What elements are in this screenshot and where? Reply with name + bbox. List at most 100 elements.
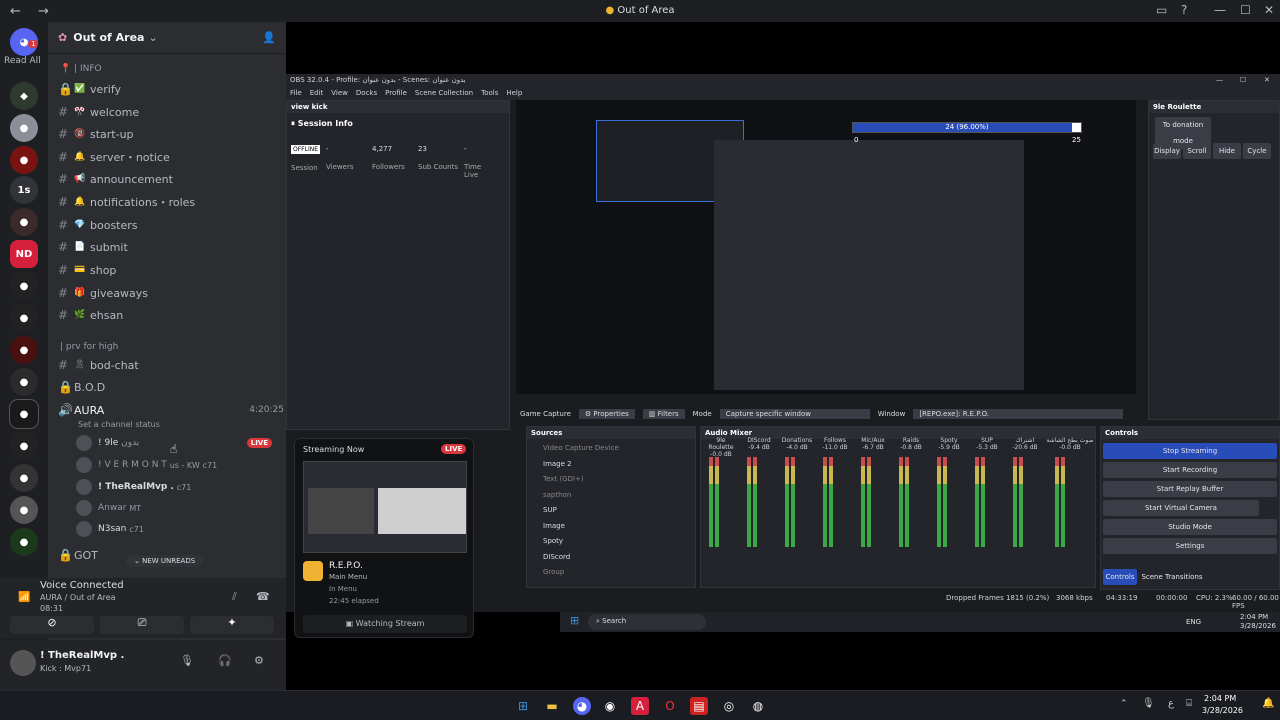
source-item[interactable]: Image 2 — [527, 457, 687, 472]
help-icon[interactable]: ? — [1181, 3, 1187, 17]
cycle-button[interactable]: Cycle — [1243, 143, 1271, 159]
server-icon-1s[interactable]: 1s — [10, 176, 38, 204]
voice-user[interactable]: Anwar MT — [76, 499, 141, 517]
app-icon[interactable]: A — [631, 697, 649, 715]
channel-boosters[interactable]: # 💎 boosters — [58, 216, 138, 234]
channel-start-up[interactable]: # 🔞 start-up — [58, 125, 134, 143]
microphone-icon[interactable]: 🎙 — [1142, 698, 1155, 709]
camera-off-button[interactable]: ⊘ — [10, 616, 94, 634]
network-icon[interactable]: ⌸ — [1186, 698, 1192, 709]
noise-suppression-icon[interactable]: ⫽ — [232, 590, 237, 604]
start-icon[interactable]: ⊞ — [514, 697, 532, 715]
source-item[interactable]: Spoty — [527, 534, 687, 549]
filters-button[interactable]: ▥ Filters — [642, 409, 685, 419]
menu-tools[interactable]: Tools — [481, 89, 498, 97]
server-icon[interactable]: ● — [10, 304, 38, 332]
watching-stream-button[interactable]: ▣ Watching Stream — [303, 615, 467, 633]
headphones-icon[interactable]: 🎧 — [218, 654, 232, 667]
source-item[interactable]: DIScord — [527, 550, 687, 565]
voice-user[interactable]: N3san c71 — [76, 520, 144, 538]
voice-channel-link[interactable]: AURA / Out of Area — [40, 593, 116, 602]
server-icon[interactable]: ◆ — [10, 82, 38, 110]
server-icon[interactable]: ● — [10, 114, 38, 142]
obs-maximize-icon[interactable]: ☐ — [1240, 76, 1246, 84]
studio-mode-button[interactable]: Studio Mode — [1103, 519, 1277, 535]
voice-channel-aura[interactable]: 🔊 AURA 4:20:25 — [58, 401, 284, 419]
source-item[interactable]: Group — [527, 565, 687, 580]
menu-edit[interactable]: Edit — [310, 89, 324, 97]
channel-bod-chat[interactable]: # 🎗 bod-chat — [58, 356, 139, 374]
close-icon[interactable]: ✕ — [1264, 3, 1274, 17]
source-item[interactable]: sapthon — [527, 488, 687, 503]
menu-scene-collection[interactable]: Scene Collection — [415, 89, 473, 97]
category-info[interactable]: 📍 | INFO — [60, 64, 102, 74]
channel-server-notice[interactable]: # 🔔 server・notice — [58, 148, 170, 166]
settings-gear-icon[interactable]: ⚙ — [254, 654, 264, 667]
new-unreads-pill[interactable]: ⌄ NEW UNREADS — [126, 555, 204, 567]
stop-streaming-button[interactable]: Stop Streaming — [1103, 443, 1277, 459]
steam-icon[interactable]: ◉ — [601, 697, 619, 715]
source-item[interactable]: Text (GDI+) — [527, 472, 687, 487]
server-header[interactable]: ✿ Out of Area ⌄ 👤 — [48, 22, 286, 54]
start-virtual-camera-button[interactable]: Start Virtual Camera — [1103, 500, 1259, 516]
maximize-icon[interactable]: ☐ — [1240, 3, 1251, 17]
channel-verify[interactable]: 🔒 ✅ verify — [58, 80, 121, 98]
server-icon[interactable]: ● — [10, 368, 38, 396]
obs-icon[interactable]: ◍ — [749, 697, 767, 715]
source-item[interactable]: Video Capture Device — [527, 441, 687, 456]
server-icon[interactable]: ● — [10, 432, 38, 460]
add-member-icon[interactable]: 👤 — [262, 31, 276, 44]
source-item[interactable]: Image — [527, 519, 687, 534]
read-all-button[interactable]: Read All — [4, 56, 41, 66]
properties-button[interactable]: ⚙ Properties — [578, 409, 635, 419]
channel-announcement[interactable]: # 📢 announcement — [58, 170, 173, 188]
server-icon-nd[interactable]: ND — [10, 240, 38, 268]
opera-icon[interactable]: O — [661, 697, 679, 715]
category-prv[interactable]: | prv for high — [60, 342, 118, 352]
avatar[interactable] — [10, 650, 36, 676]
start-recording-button[interactable]: Start Recording — [1103, 462, 1277, 478]
obs-close-icon[interactable]: ✕ — [1264, 76, 1270, 84]
app-icon[interactable]: ▤ — [690, 697, 708, 715]
server-icon[interactable]: ● — [10, 496, 38, 524]
stream-thumbnail[interactable] — [303, 461, 467, 553]
tab-scene-transitions[interactable]: Scene Transitions — [1141, 569, 1203, 585]
microphone-icon[interactable]: 🎙 — [180, 654, 194, 667]
tab-controls[interactable]: Controls — [1103, 569, 1137, 585]
taskbar-date[interactable]: 3/28/2026 — [1202, 706, 1243, 715]
server-icon-active[interactable]: ● — [10, 400, 38, 428]
channel-status[interactable]: Set a channel status — [78, 420, 160, 429]
channel-ehsan[interactable]: # 🌿 ehsan — [58, 306, 123, 324]
voice-channel-bod[interactable]: 🔒 B.O.D — [58, 378, 105, 396]
server-icon[interactable]: ● — [10, 464, 38, 492]
display-button[interactable]: Display — [1153, 143, 1181, 159]
chevron-up-icon[interactable]: ⌃ — [1120, 699, 1128, 709]
obs-preview[interactable]: 24 (96.00%) 0 25 — [516, 100, 1136, 394]
hide-button[interactable]: Hide — [1213, 143, 1241, 159]
server-icon[interactable]: ● — [10, 146, 38, 174]
start-replay-buffer-button[interactable]: Start Replay Buffer — [1103, 481, 1277, 497]
scroll-button[interactable]: Scroll — [1183, 143, 1211, 159]
inbox-icon[interactable]: ▭ — [1156, 3, 1167, 17]
server-icon[interactable]: ● — [10, 272, 38, 300]
voice-user[interactable]: ! V E R M O N T us - KW c71 — [76, 456, 217, 474]
menu-help[interactable]: Help — [506, 89, 522, 97]
menu-docks[interactable]: Docks — [356, 89, 377, 97]
obs-minimize-icon[interactable]: — — [1216, 76, 1223, 84]
taskbar-time[interactable]: 2:04 PM — [1204, 694, 1236, 703]
minimize-icon[interactable]: — — [1214, 3, 1226, 17]
menu-profile[interactable]: Profile — [385, 89, 407, 97]
file-explorer-icon[interactable]: ▬ — [543, 697, 561, 715]
activities-button[interactable]: ✦ — [190, 616, 274, 634]
channel-submit[interactable]: # 📄 submit — [58, 238, 128, 256]
source-item[interactable]: SUP — [527, 503, 687, 518]
server-icon[interactable]: ● — [10, 208, 38, 236]
disconnect-icon[interactable]: ☎ — [256, 590, 270, 603]
menu-file[interactable]: File — [290, 89, 302, 97]
channel-welcome[interactable]: # 🎌 welcome — [58, 103, 139, 121]
window-select[interactable]: [REPO.exe]: R.E.P.O. — [913, 409, 1124, 419]
channel-shop[interactable]: # 💳 shop — [58, 261, 116, 279]
app-icon[interactable]: ◎ — [720, 697, 738, 715]
channel-giveaways[interactable]: # 🎁 giveaways — [58, 284, 148, 302]
voice-user[interactable]: ! TheRealMvp . c71 — [76, 478, 191, 496]
